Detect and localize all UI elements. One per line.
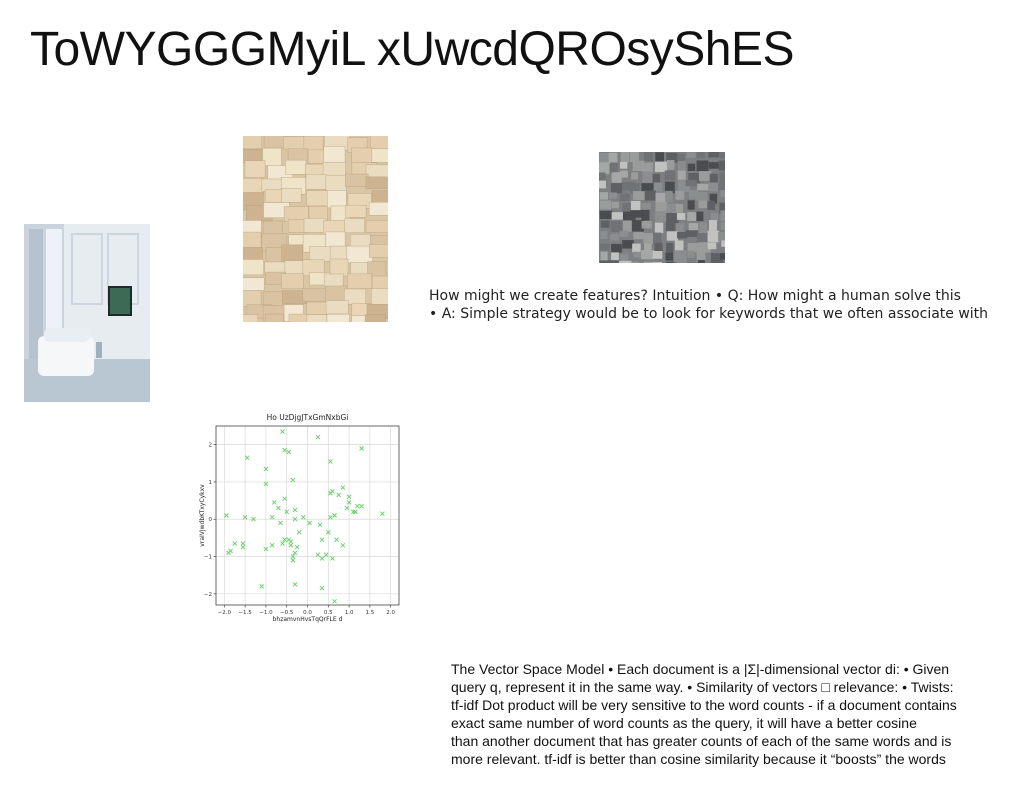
scatter-chart: −2.0 −1.5 −1.0 −0.5 0.0 0.5 1.0 1.5 2.0 −2 −1 0 1 2 H…: [196, 408, 408, 626]
scatter-point: [319, 556, 325, 561]
scatter-point: [286, 449, 292, 455]
scatter-point: [271, 500, 277, 505]
sticky-notes-photo: [243, 136, 388, 322]
scatter-point: [340, 543, 346, 548]
scatter-point: [282, 537, 287, 543]
y-tick-label: 1: [209, 480, 213, 486]
y-tick-label: 0: [209, 517, 213, 523]
scatter-point: [332, 598, 337, 604]
scatter-point: [332, 513, 337, 518]
vector-space-model-text: The Vector Space Model • Each document i…: [451, 660, 1023, 768]
scatter-point: [350, 509, 356, 515]
scatter-point: [319, 537, 325, 543]
x-tick-label: 1.5: [366, 610, 375, 616]
scatter-point: [282, 496, 287, 502]
x-tick-label: −1.0: [259, 610, 273, 616]
scatter-point: [359, 503, 364, 509]
scatter-point: [226, 550, 231, 556]
scatter-point: [280, 429, 285, 434]
scatter-point: [290, 477, 296, 483]
chart-title: Ho UzDjgJTxGmNxbGi: [267, 413, 349, 422]
scatter-point: [224, 513, 229, 518]
y-tick-label: 2: [209, 443, 213, 449]
scatter-point: [340, 485, 346, 490]
scatter-point: [323, 552, 329, 557]
scatter-point: [292, 550, 298, 556]
scatter-chart-svg: −2.0 −1.5 −1.0 −0.5 0.0 0.5 1.0 1.5 2.0−2−1012 H…: [199, 413, 400, 623]
scatter-point: [259, 584, 265, 589]
scatter-point: [240, 541, 246, 546]
vsm-line: tf-idf Dot product will be very sensitiv…: [451, 697, 957, 713]
scatter-point: [288, 539, 294, 544]
scatter-point: [319, 585, 325, 591]
scatter-point: [315, 434, 321, 440]
chart-ylabel: vraIVJwdbKTxyCykxv: [199, 484, 206, 547]
scatter-point: [232, 541, 238, 546]
scatter-point: [301, 515, 306, 520]
intuition-line: How might we create features? Intuition …: [429, 288, 961, 304]
scatter-point: [328, 490, 333, 496]
scatter-point: [330, 556, 335, 561]
x-tick-label: 1.0: [345, 610, 354, 616]
x-tick-label: 2.0: [386, 610, 395, 616]
city-photo: [599, 152, 725, 263]
scatter-point: [315, 552, 321, 557]
scatter-point: [294, 544, 300, 550]
y-tick-label: −1: [204, 555, 212, 561]
y-tick-label: −2: [204, 592, 212, 598]
slide-title: ToWYGGGMyiL xUwcdQROsyShES: [30, 23, 795, 76]
scatter-point: [280, 541, 285, 546]
scatter-point: [344, 505, 350, 511]
scatter-point: [296, 529, 302, 535]
chart-xlabel: bhzamvnHvsTqQrFLE d: [273, 616, 343, 623]
intuition-text: How might we create features? Intuition …: [429, 287, 1019, 323]
scatter-point: [290, 557, 296, 563]
scatter-point: [278, 520, 283, 526]
scatter-point: [336, 492, 342, 498]
scatter-point: [269, 515, 275, 520]
vsm-line: The Vector Space Model • Each document i…: [451, 661, 950, 677]
vsm-line: more relevant. tf-idf is better than cos…: [451, 751, 946, 767]
scatter-point: [244, 455, 250, 461]
scatter-point: [269, 543, 275, 548]
vsm-line: exact same number of word counts as the …: [451, 715, 917, 731]
scatter-point: [317, 522, 323, 528]
scatter-point: [355, 503, 360, 509]
scatter-point: [276, 505, 281, 511]
x-tick-label: −2.0: [218, 610, 232, 616]
scatter-point: [292, 582, 298, 587]
vsm-line: query q, represent it in the same way. •…: [451, 679, 954, 695]
scatter-point: [282, 447, 287, 453]
scatter-point: [292, 507, 298, 513]
scatter-point: [240, 544, 246, 550]
scatter-point: [328, 515, 333, 520]
vsm-line: than another document that has greater c…: [451, 733, 952, 749]
scatter-point: [334, 537, 339, 543]
scatter-point: [307, 520, 312, 526]
intuition-line: • A: Simple strategy would be to look fo…: [429, 306, 989, 322]
scatter-point: [288, 543, 294, 548]
scatter-point: [353, 509, 358, 515]
scatter-point: [328, 459, 333, 464]
room-photo: [24, 224, 150, 402]
scatter-point: [359, 446, 364, 451]
x-tick-label: −1.5: [238, 610, 252, 616]
scatter-point: [380, 511, 385, 516]
